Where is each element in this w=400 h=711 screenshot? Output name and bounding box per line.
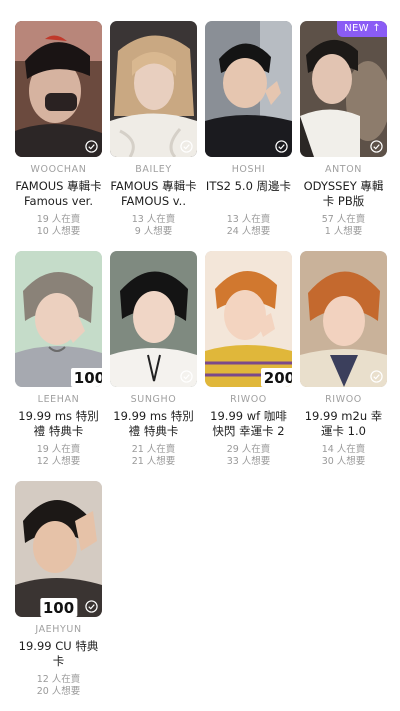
photocard-item[interactable]: 100/1 LEEHAN 19.99 ms 特別禮 特典卡 19 人在賣 12 … [15,251,102,481]
card-title: 19.99 wf 咖啡快閃 幸運卡 2 [210,409,287,438]
photocard-image[interactable]: 200/1 [205,251,292,387]
check-circle-icon [370,370,383,383]
check-circle-icon [180,140,193,153]
photocard-item[interactable]: NEW ↑ ANTON ODYSSEY 專輯卡 PB版 57 人在賣 1 人想要 [300,21,387,251]
photocard-image[interactable]: 100 [15,481,102,617]
new-label: NEW ↑ [344,23,381,34]
price-badge: 100 [39,598,78,617]
photocard-item[interactable]: WOOCHAN FAMOUS 專輯卡 Famous ver. 19 人在賣 10… [15,21,102,251]
wanting-count: 20 人想要 [36,686,81,697]
card-title: FAMOUS 專輯卡 FAMOUS v.. [110,179,197,208]
photocard-item[interactable]: BAILEY FAMOUS 專輯卡 FAMOUS v.. 13 人在賣 9 人想… [110,21,197,251]
card-title: 19.99 CU 特典卡 [18,639,99,668]
photo-woochan [15,21,102,157]
price-badge: 100/1 [70,368,102,387]
check-circle-icon [85,140,98,153]
photo-hoshi [205,21,292,157]
photocard-image[interactable] [15,21,102,157]
photocard-item[interactable]: 100 JAEHYUN 19.99 CU 特典卡 12 人在賣 20 人想要 [15,481,102,711]
selling-count: 21 人在賣 [131,444,176,455]
artist-name: WOOCHAN [30,164,87,175]
wanting-count: 24 人想要 [226,226,271,237]
card-title: 19.99 m2u 幸運卡 1.0 [304,409,383,438]
photocard-item[interactable]: RIWOO 19.99 m2u 幸運卡 1.0 14 人在賣 30 人想要 [300,251,387,481]
artist-name: ANTON [325,164,362,175]
wanting-count: 1 人想要 [324,226,363,237]
card-title: ODYSSEY 專輯卡 PB版 [303,179,384,208]
card-title: 19.99 ms 特別禮 特典卡 [18,409,99,438]
photocard-image[interactable] [300,251,387,387]
new-badge: NEW ↑ [337,21,387,37]
photocard-item[interactable]: HOSHI ITS2 5.0 周邊卡 13 人在賣 24 人想要 [205,21,292,251]
wanting-count: 21 人想要 [131,456,176,467]
wanting-count: 9 人想要 [134,226,173,237]
photo-sungho [110,251,197,387]
selling-count: 12 人在賣 [36,674,81,685]
photocard-image[interactable]: NEW ↑ [300,21,387,157]
check-circle-icon [275,140,288,153]
card-title: FAMOUS 專輯卡 Famous ver. [15,179,102,208]
photo-jaehyun [15,481,102,617]
artist-name: RIWOO [325,394,362,405]
check-circle-icon [370,140,383,153]
selling-count: 13 人在賣 [131,214,176,225]
card-title: ITS2 5.0 周邊卡 [205,179,292,193]
selling-count: 13 人在賣 [226,214,271,225]
artist-name: LEEHAN [37,394,80,405]
artist-name: HOSHI [231,164,266,175]
wanting-count: 33 人想要 [226,456,271,467]
photocard-image[interactable] [205,21,292,157]
photocard-item[interactable]: 200/1 RIWOO 19.99 wf 咖啡快閃 幸運卡 2 29 人在賣 3… [205,251,292,481]
wanting-count: 12 人想要 [36,456,81,467]
artist-name: SUNGHO [130,394,177,405]
artist-name: RIWOO [230,394,267,405]
photo-leehan [15,251,102,387]
wanting-count: 30 人想要 [321,456,366,467]
selling-count: 19 人在賣 [36,444,81,455]
selling-count: 57 人在賣 [321,214,366,225]
photocard-item[interactable]: SUNGHO 19.99 ms 特別禮 特典卡 21 人在賣 21 人想要 [110,251,197,481]
photocard-image[interactable]: 100/1 [15,251,102,387]
photocard-grid: WOOCHAN FAMOUS 專輯卡 Famous ver. 19 人在賣 10… [15,21,387,711]
photocard-image[interactable] [110,21,197,157]
photo-riwoo-1 [205,251,292,387]
price-badge: 200/1 [260,368,292,387]
selling-count: 14 人在賣 [321,444,366,455]
wanting-count: 10 人想要 [36,226,81,237]
check-circle-icon [85,600,98,613]
photo-riwoo-2 [300,251,387,387]
selling-count: 29 人在賣 [226,444,271,455]
photocard-image[interactable] [110,251,197,387]
photo-anton [300,21,387,157]
artist-name: BAILEY [135,164,172,175]
card-title: 19.99 ms 特別禮 特典卡 [113,409,194,438]
check-circle-icon [180,370,193,383]
selling-count: 19 人在賣 [36,214,81,225]
photo-bailey [110,21,197,157]
artist-name: JAEHYUN [35,624,82,635]
